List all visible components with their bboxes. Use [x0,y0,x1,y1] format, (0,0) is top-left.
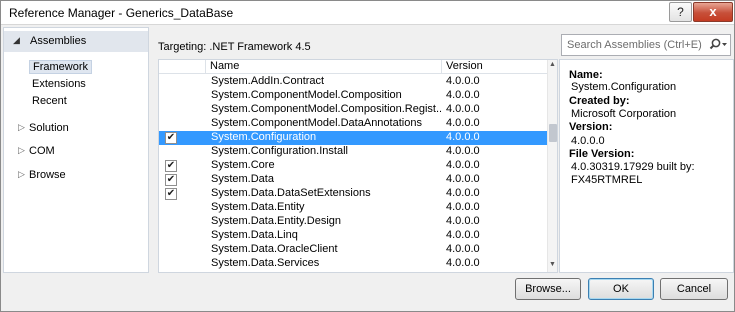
scroll-down-arrow-icon[interactable]: ▼ [549,261,556,268]
nav-solution[interactable]: ▷ Solution [4,120,148,138]
targeting-label: Targeting: .NET Framework 4.5 [158,41,311,53]
assembly-version: 4.0.0.0 [446,159,480,171]
assembly-name: System.AddIn.Contract [211,75,325,87]
ok-button[interactable]: OK [588,278,654,300]
scrollbar-thumb[interactable] [549,124,557,142]
table-row[interactable]: System.Configuration.Install 4.0.0.0 [159,145,547,159]
nav-browse-label: Browse [29,169,66,181]
details-version-label: Version: [569,121,613,133]
assembly-version: 4.0.0.0 [446,131,480,143]
checkbox-checked-icon[interactable]: ✔ [165,132,177,144]
nav-assemblies-label: Assemblies [30,35,87,47]
help-button[interactable]: ? [669,2,692,22]
browse-button[interactable]: Browse... [515,278,581,300]
navigation-panel: ◢ Assemblies Framework Extensions Recent… [3,27,149,273]
details-file-version-value-2: FX45RTMREL [571,174,643,186]
table-row[interactable]: ✔ System.Data.DataSetExtensions 4.0.0.0 [159,187,547,201]
assembly-name: System.Data.Entity [211,201,305,213]
nav-com[interactable]: ▷ COM [4,143,148,161]
assembly-name: System.Data.Services [211,257,320,269]
details-version-value: 4.0.0.0 [571,135,605,147]
details-panel: Name: System.Configuration Created by: M… [559,59,734,273]
nav-assemblies-header[interactable]: ◢ Assemblies [4,31,148,52]
assemblies-grid: Name Version System.AddIn.Contract 4.0.0.… [158,59,558,273]
cancel-button[interactable]: Cancel [660,278,728,300]
close-button[interactable]: x [693,2,733,22]
details-file-version-label: File Version: [569,148,635,160]
table-row[interactable]: System.Data.OracleClient 4.0.0.0 [159,243,547,257]
nav-item-extensions[interactable]: Extensions [32,78,86,90]
collapsed-triangle-icon: ▷ [18,145,25,155]
nav-solution-label: Solution [29,122,69,134]
table-row[interactable]: ✔ System.Core 4.0.0.0 [159,159,547,173]
assembly-version: 4.0.0.0 [446,103,480,115]
assembly-version: 4.0.0.0 [446,173,480,185]
scroll-up-arrow-icon[interactable]: ▲ [549,61,556,68]
table-row[interactable]: System.ComponentModel.Composition.Regist… [159,103,547,117]
details-name-value: System.Configuration [571,81,677,93]
assembly-version: 4.0.0.0 [446,215,480,227]
table-row[interactable]: System.Data.Services 4.0.0.0 [159,257,547,271]
assembly-version: 4.0.0.0 [446,201,480,213]
assembly-version: 4.0.0.0 [446,229,480,241]
assembly-name: System.Data.OracleClient [211,243,338,255]
assembly-name: System.Data [211,173,274,185]
grid-header: Name Version [159,60,547,74]
checkbox-checked-icon[interactable]: ✔ [165,188,177,200]
collapsed-triangle-icon: ▷ [18,122,25,132]
assembly-version: 4.0.0.0 [446,257,480,269]
nav-item-framework[interactable]: Framework [29,60,93,74]
collapsed-triangle-icon: ▷ [18,169,25,179]
table-row[interactable]: ✔ System.Configuration 4.0.0.0 [159,131,547,145]
table-row[interactable]: System.ComponentModel.DataAnnotations 4.0… [159,117,547,131]
nav-browse[interactable]: ▷ Browse [4,167,148,185]
assembly-name: System.ComponentModel.DataAnnotations [211,117,422,129]
column-header-version[interactable]: Version [441,60,547,74]
table-row[interactable]: System.Data.Entity.Design 4.0.0.0 [159,215,547,229]
reference-manager-window: Reference Manager - Generics_DataBase ? … [0,0,735,312]
checkbox-checked-icon[interactable]: ✔ [165,160,177,172]
nav-item-recent[interactable]: Recent [32,95,67,107]
details-created-label: Created by: [569,95,630,107]
assembly-name: System.Data.DataSetExtensions [211,187,371,199]
table-row[interactable]: System.Data.Entity 4.0.0.0 [159,201,547,215]
assembly-version: 4.0.0.0 [446,187,480,199]
details-created-value: Microsoft Corporation [571,108,677,120]
search-placeholder: Search Assemblies (Ctrl+E) [567,39,702,51]
expanded-triangle-icon: ◢ [13,35,20,45]
details-name-label: Name: [569,69,603,81]
nav-com-label: COM [29,145,55,157]
assembly-name: System.ComponentModel.Composition.Regist… [211,103,441,115]
assembly-version: 4.0.0.0 [446,145,480,157]
table-row[interactable]: System.AddIn.Contract 4.0.0.0 [159,75,547,89]
assembly-name: System.Data.Linq [211,229,298,241]
checkbox-checked-icon[interactable]: ✔ [165,174,177,186]
window-title: Reference Manager - Generics_DataBase [9,6,234,20]
table-row[interactable]: ✔ System.Data 4.0.0.0 [159,173,547,187]
title-bar: Reference Manager - Generics_DataBase ? … [1,1,734,25]
search-icon[interactable] [707,37,729,53]
assembly-version: 4.0.0.0 [446,75,480,87]
assembly-version: 4.0.0.0 [446,89,480,101]
table-row[interactable]: System.Data.Linq 4.0.0.0 [159,229,547,243]
assembly-name: System.Data.Entity.Design [211,215,342,227]
details-file-version-value: 4.0.30319.17929 built by: [571,161,695,173]
assembly-name: System.ComponentModel.Composition [211,89,402,101]
column-header-name[interactable]: Name [205,60,445,74]
vertical-scrollbar[interactable]: ▲ ▼ [547,60,557,272]
assembly-version: 4.0.0.0 [446,243,480,255]
table-row[interactable]: System.ComponentModel.Composition 4.0.0.0 [159,89,547,103]
assembly-name: System.Configuration.Install [211,145,348,157]
assembly-name: System.Configuration [211,131,317,143]
search-input[interactable]: Search Assemblies (Ctrl+E) [561,34,731,56]
assembly-version: 4.0.0.0 [446,117,480,129]
assembly-name: System.Core [211,159,275,171]
